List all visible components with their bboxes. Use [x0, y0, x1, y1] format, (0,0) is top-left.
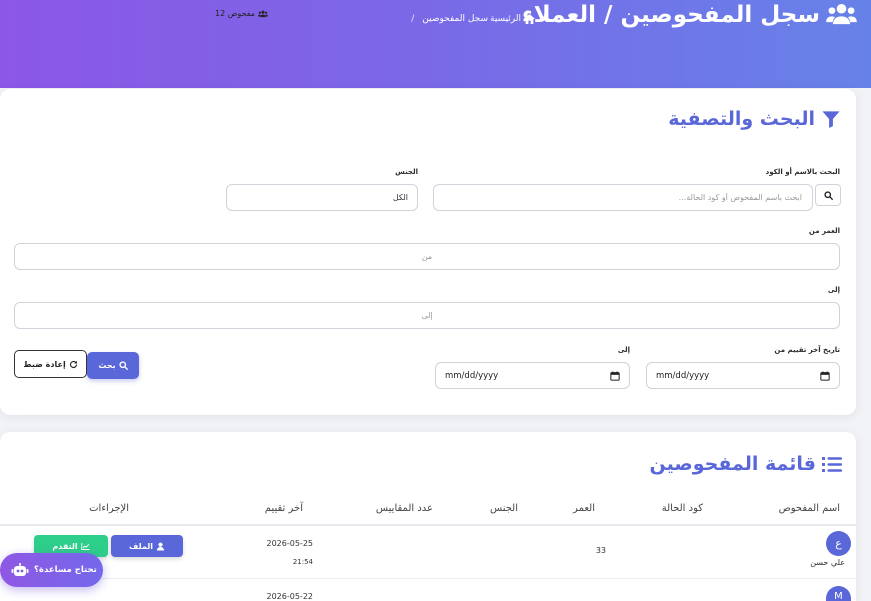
page-title: سجل المفحوصين / العملاء	[521, 2, 820, 28]
date-from-placeholder: mm/dd/yyyy	[656, 370, 710, 381]
filter-card-header: البحث والتصفية	[668, 106, 841, 132]
user-icon	[156, 542, 165, 551]
breadcrumb: الرئيسية سجل المفحوصين /	[411, 12, 535, 25]
gender-select[interactable]: الكل	[226, 184, 418, 211]
search-icon[interactable]	[823, 190, 833, 200]
examinee-count-label: 12 مفحوص	[215, 9, 256, 18]
home-icon	[524, 13, 535, 24]
date-to-input[interactable]: mm/dd/yyyy	[435, 362, 630, 389]
date-from-label: تاريخ آخر تقييم من	[774, 346, 840, 354]
last-assessment-time: 21:54	[292, 558, 313, 566]
chart-line-icon	[80, 542, 90, 550]
list-card-title: قائمة المفحوصين	[649, 453, 816, 475]
reset-button[interactable]: إعادة ضبط	[14, 350, 87, 378]
profile-button[interactable]: الملف	[111, 535, 183, 557]
avatar: ع	[826, 531, 851, 556]
list-card-header: قائمة المفحوصين	[650, 451, 842, 477]
age-from-input[interactable]	[14, 243, 840, 270]
examinee-count: 12 مفحوص	[215, 8, 269, 19]
last-assessment-date: 2026-05-25	[266, 539, 314, 548]
search-icon	[119, 361, 128, 370]
calendar-icon[interactable]	[820, 370, 830, 381]
column-header-name[interactable]: اسم المفحوص	[779, 502, 840, 515]
row-divider	[0, 578, 856, 579]
reset-button-label: إعادة ضبط	[23, 359, 66, 369]
search-input[interactable]	[433, 184, 813, 211]
gender-label: الجنس	[395, 168, 418, 176]
avatar: M	[826, 586, 851, 601]
examinee-list-card: قائمة المفحوصين اسم المفحوص كود الحالة ا…	[0, 432, 856, 601]
search-icon-button[interactable]	[815, 184, 841, 206]
calendar-icon[interactable]	[610, 370, 620, 381]
examinee-name[interactable]: علي حسن	[810, 558, 845, 568]
column-header-actions: الإجراءات	[89, 503, 129, 514]
table-header-divider	[0, 524, 856, 526]
filter-card-title: البحث والتصفية	[668, 108, 815, 130]
last-assessment-date: 2026-05-22	[266, 592, 314, 601]
age-to-label: إلى	[827, 286, 840, 294]
date-to-label: إلى	[617, 346, 630, 354]
column-header-scales-count[interactable]: عدد المقاييس	[376, 502, 433, 515]
column-header-last-assessment[interactable]: آخر تقييم	[265, 502, 303, 515]
filter-icon	[822, 110, 840, 128]
examinee-age: 33	[595, 546, 606, 555]
breadcrumb-home-link[interactable]: الرئيسية	[490, 14, 521, 24]
profile-button-label: الملف	[129, 541, 153, 551]
breadcrumb-separator: /	[411, 13, 415, 24]
help-button-label: تحتاج مساعدة؟	[34, 565, 97, 575]
robot-icon	[11, 563, 29, 576]
users-icon	[258, 10, 269, 17]
progress-button-label: التقدم	[52, 541, 78, 551]
search-button[interactable]: بحث	[87, 352, 139, 379]
gender-select-value: الكل	[392, 193, 408, 202]
filter-card: البحث والتصفية البحث بالاسم أو الكود الج…	[0, 89, 856, 415]
page-header: سجل المفحوصين / العملاء الرئيسية سجل الم…	[0, 0, 871, 88]
refresh-icon	[69, 360, 77, 368]
help-chat-button[interactable]: تحتاج مساعدة؟	[0, 553, 103, 587]
column-header-case-code[interactable]: كود الحالة	[662, 502, 703, 515]
age-to-input[interactable]	[14, 302, 840, 329]
search-label: البحث بالاسم أو الكود	[765, 168, 840, 176]
list-icon	[822, 456, 842, 472]
breadcrumb-current: سجل المفحوصين	[422, 13, 488, 24]
date-from-input[interactable]: mm/dd/yyyy	[646, 362, 840, 389]
column-header-age[interactable]: العمر	[573, 502, 595, 515]
users-icon	[826, 3, 857, 25]
column-header-gender[interactable]: الجنس	[490, 502, 518, 515]
date-to-placeholder: mm/dd/yyyy	[445, 370, 499, 381]
age-from-label: العمر من	[808, 227, 840, 235]
search-button-label: بحث	[98, 361, 116, 370]
